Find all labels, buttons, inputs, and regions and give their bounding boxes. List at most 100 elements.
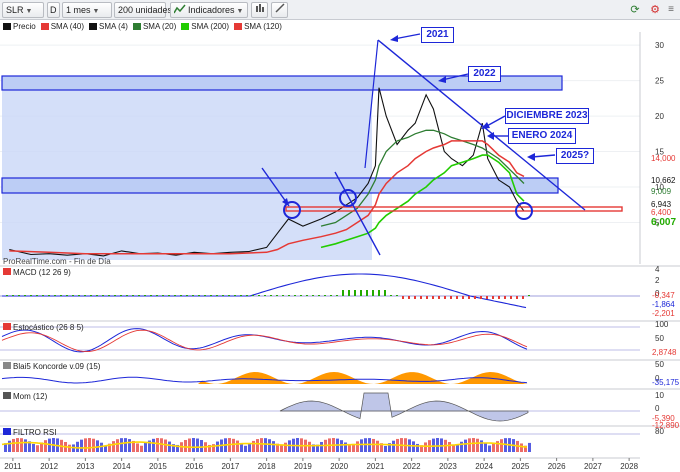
legend-item[interactable]: SMA (4) (89, 22, 128, 31)
main-chart: 30252015105 4201005050010080 2011 2012 201… (0, 32, 680, 471)
rsi-bar (432, 438, 435, 452)
price-label-9009: 9,009 (651, 187, 672, 196)
rsi-bar (128, 439, 131, 452)
rsi-bar (212, 444, 215, 452)
rsi-bar (496, 441, 499, 452)
rsi-bar (428, 440, 431, 452)
macd-histogram-bar (372, 290, 374, 296)
arrow-2018-head (282, 198, 289, 206)
indicator-line (1, 376, 528, 384)
blai-header: Blai5 Koncorde v.09 (15) (3, 362, 100, 371)
rsi-bar (52, 438, 55, 452)
rsi-bar (160, 438, 163, 452)
rsi-bar (424, 442, 427, 452)
rsi-bar (396, 438, 399, 452)
rsi-bar (240, 442, 243, 452)
legend: Precio SMA (40) SMA (4) SMA (20) SMA (200) SM… (3, 21, 287, 32)
drawing-tools-button[interactable] (271, 2, 288, 18)
macd-histogram-bar (270, 295, 272, 296)
x-tick-label: 2022 (403, 462, 421, 471)
units-selector[interactable]: 200 unidades▼ (114, 2, 181, 18)
macd-histogram-bar (36, 295, 38, 296)
legend-label: SMA (40) (50, 22, 85, 31)
panel-tick-label: 50 (655, 360, 664, 369)
symbol-selector[interactable]: SLR ▼ (2, 2, 44, 18)
rsi-bar (56, 438, 59, 452)
rsi-bar (412, 441, 415, 452)
refresh-icon[interactable]: ⟳ (628, 2, 642, 18)
indicator-line (1, 328, 528, 353)
rsi-bar (124, 438, 127, 452)
macd-histogram-bar (228, 295, 230, 296)
rsi-bar (460, 441, 463, 452)
macd-histogram-bar (360, 290, 362, 296)
rsi-bar (356, 441, 359, 452)
x-tick-label: 2016 (185, 462, 203, 471)
macd-histogram-bar (354, 290, 356, 296)
x-tick-label: 2018 (258, 462, 276, 471)
prorealtime-chart-window: SLR▼ D 1 mes▼ 200 unidades▼ Indicadores▼… (0, 0, 680, 472)
indicators-icon (173, 4, 186, 14)
x-tick-label: 2020 (330, 462, 348, 471)
price-label-10662: 10,662 (651, 176, 676, 185)
rsi-bar (180, 442, 183, 452)
macd-histogram-bar (330, 295, 332, 296)
rsi-bar (64, 442, 67, 452)
rsi-bar (96, 440, 99, 452)
macd-histogram-bar (366, 290, 368, 296)
rsi-bar (380, 443, 383, 452)
chart-type-button[interactable] (251, 2, 268, 18)
rsi-bar (76, 441, 79, 452)
legend-item[interactable]: SMA (200) (181, 22, 229, 31)
legend-item[interactable]: SMA (20) (132, 22, 177, 31)
rsi-bar (312, 444, 315, 452)
period-selector[interactable]: 1 mes ▼ (62, 2, 112, 18)
daily-button[interactable]: D (47, 2, 60, 18)
rsi-bar (32, 443, 35, 452)
menu-icon[interactable]: ≡ (664, 2, 678, 18)
legend-label: SMA (20) (142, 22, 177, 31)
legend-item[interactable]: SMA (40) (40, 22, 85, 31)
legend-item[interactable]: Precio (3, 22, 36, 31)
rsi-bar (8, 440, 11, 452)
rsi-bar (156, 438, 159, 452)
indicators-button[interactable]: Indicadores ▼ (170, 2, 248, 18)
rsi-bar (108, 443, 111, 452)
price-label-6007: 6,007 (651, 217, 677, 228)
macd-histogram-bar (186, 295, 188, 296)
macd-histogram-bar (306, 295, 308, 296)
x-tick-label: 2025 (511, 462, 529, 471)
series-line (9, 140, 525, 255)
macd-histogram-bar (336, 295, 338, 296)
rsi-bar (344, 442, 347, 452)
macd-histogram-bar (240, 295, 242, 296)
blai-value: -35,175 (652, 378, 680, 387)
chevron-down-icon: ▼ (92, 8, 100, 15)
x-tick-label: 2023 (439, 462, 457, 471)
rsi-bar (16, 438, 19, 452)
series-line (9, 87, 525, 257)
rsi-bar (264, 438, 267, 452)
macd-histogram-bar (132, 295, 134, 296)
rsi-bar (232, 438, 235, 452)
legend-item[interactable]: SMA (120) (234, 22, 282, 31)
rsi-bar (60, 439, 63, 452)
panel-tick-label: 2 (655, 276, 660, 285)
indicator-line (1, 329, 528, 353)
price-label-14000: 14,000 (651, 154, 676, 163)
toolbar: SLR▼ D 1 mes▼ 200 unidades▼ Indicadores▼… (0, 0, 680, 20)
macd-histogram-bar (438, 296, 440, 299)
macd-header: MACD (12 26 9) (3, 268, 71, 277)
rsi-bar (288, 440, 291, 452)
rsi-bar (228, 438, 231, 452)
rsi-bar (456, 444, 459, 452)
macd-histogram-bar (426, 296, 428, 299)
legend-swatch (234, 23, 243, 30)
macd-histogram-bar (294, 295, 296, 296)
macd-histogram-bar (450, 296, 452, 299)
rsi-bar (332, 438, 335, 452)
settings-icon[interactable]: ⚙ (648, 2, 662, 18)
rsi-bar (296, 438, 299, 452)
macd-line (2, 273, 527, 309)
period-label: 1 mes (66, 5, 91, 15)
